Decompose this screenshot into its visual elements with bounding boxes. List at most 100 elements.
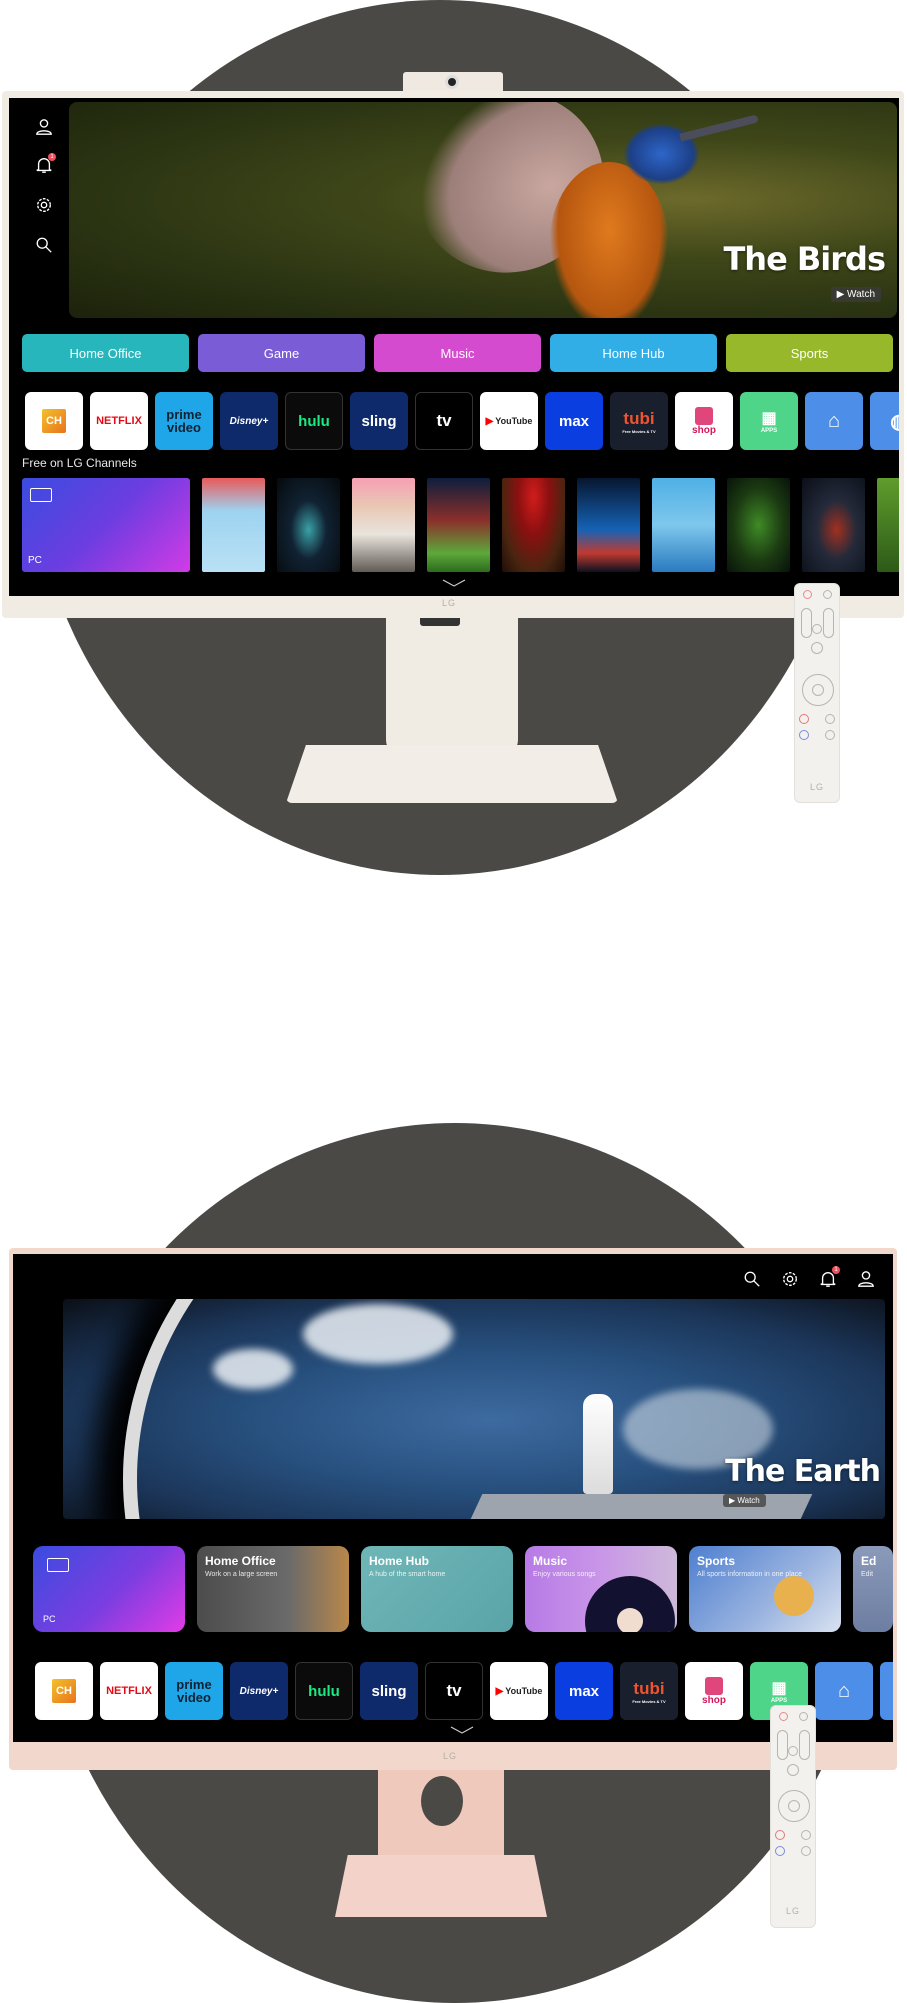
card-edit[interactable]: Ed Edit bbox=[853, 1546, 893, 1632]
app-shop-time[interactable]: shop bbox=[685, 1662, 743, 1720]
app-home-hub[interactable]: ⌂ bbox=[805, 392, 863, 450]
webcam-lens bbox=[445, 75, 459, 89]
channel-rocker[interactable] bbox=[799, 1730, 810, 1760]
search-icon[interactable] bbox=[743, 1270, 761, 1288]
app-tubi[interactable]: tubi Free Movies & TV bbox=[620, 1662, 678, 1720]
cable-hole bbox=[421, 1776, 463, 1826]
hero-title: The Birds bbox=[723, 240, 886, 278]
remote-button[interactable] bbox=[825, 730, 835, 740]
search-icon[interactable] bbox=[35, 236, 53, 254]
card-home-office[interactable]: Home Office Work on a large screen bbox=[197, 1546, 349, 1632]
channel-thumbnail[interactable] bbox=[502, 478, 565, 572]
volume-rocker[interactable] bbox=[801, 608, 812, 638]
app-lg-channels[interactable]: CH bbox=[35, 1662, 93, 1720]
notification-badge: 1 bbox=[832, 1266, 840, 1274]
chevron-down-icon[interactable] bbox=[442, 579, 466, 587]
app-lg-channels[interactable]: CH bbox=[25, 392, 83, 450]
hero-image-bird-beak bbox=[679, 114, 759, 142]
volume-rocker[interactable] bbox=[777, 1730, 788, 1760]
notifications-button[interactable]: 1 bbox=[35, 153, 56, 174]
app-hulu[interactable]: hulu bbox=[285, 392, 343, 450]
chevron-down-icon[interactable] bbox=[450, 1726, 474, 1734]
card-pc[interactable]: PC bbox=[33, 1546, 185, 1632]
category-row: Home Office Game Music Home Hub Sports bbox=[22, 334, 899, 372]
watch-button[interactable]: ▶ Watch bbox=[723, 1494, 766, 1507]
app-browser[interactable]: ◍ bbox=[880, 1662, 893, 1720]
netflix-shortcut[interactable] bbox=[799, 714, 809, 724]
category-home-office[interactable]: Home Office bbox=[22, 334, 189, 372]
card-home-hub[interactable]: Home Hub A hub of the smart home bbox=[361, 1546, 513, 1632]
channel-thumbnail[interactable] bbox=[277, 478, 340, 572]
ok-button[interactable] bbox=[812, 684, 824, 696]
gear-icon[interactable] bbox=[781, 1270, 799, 1288]
app-youtube[interactable]: ▶ YouTube bbox=[490, 1662, 548, 1720]
app-netflix[interactable]: NETFLIX bbox=[100, 1662, 158, 1720]
remote-button[interactable] bbox=[801, 1830, 811, 1840]
app-shop-time[interactable]: shop bbox=[675, 392, 733, 450]
user-icon[interactable] bbox=[35, 118, 53, 136]
vinyl-record-image bbox=[585, 1576, 675, 1632]
app-max[interactable]: max bbox=[545, 392, 603, 450]
user-icon[interactable] bbox=[857, 1270, 875, 1288]
card-music[interactable]: Music Enjoy various songs bbox=[525, 1546, 677, 1632]
app-max[interactable]: max bbox=[555, 1662, 613, 1720]
channel-thumbnail[interactable] bbox=[202, 478, 265, 572]
hero-banner[interactable]: The Birds ▶ Watch bbox=[69, 102, 897, 318]
channel-thumbnail[interactable] bbox=[727, 478, 790, 572]
app-netflix[interactable]: NETFLIX bbox=[90, 392, 148, 450]
monitor-2-screen: 1 The Earth ▶ Watch PC Home Office Work … bbox=[13, 1254, 893, 1742]
disney-shortcut[interactable] bbox=[775, 1846, 785, 1856]
app-apple-tv[interactable]: tv bbox=[425, 1662, 483, 1720]
remote-button[interactable] bbox=[823, 590, 832, 599]
app-prime-video[interactable]: prime video bbox=[155, 392, 213, 450]
category-sports[interactable]: Sports bbox=[726, 334, 893, 372]
remote-button[interactable] bbox=[801, 1846, 811, 1856]
netflix-shortcut[interactable] bbox=[775, 1830, 785, 1840]
brand-logo: LG bbox=[443, 1751, 458, 1761]
app-hulu[interactable]: hulu bbox=[295, 1662, 353, 1720]
category-home-hub[interactable]: Home Hub bbox=[550, 334, 717, 372]
pc-input-tile[interactable]: PC bbox=[22, 478, 190, 572]
apps-grid-icon: ▦ bbox=[771, 1680, 787, 1697]
monitor-2-stand-base bbox=[335, 1855, 547, 1917]
category-music[interactable]: Music bbox=[374, 334, 541, 372]
channel-thumbnail[interactable] bbox=[652, 478, 715, 572]
app-sling[interactable]: sling bbox=[350, 392, 408, 450]
category-game[interactable]: Game bbox=[198, 334, 365, 372]
app-youtube[interactable]: ▶ YouTube bbox=[480, 392, 538, 450]
sidebar: 1 bbox=[9, 98, 67, 338]
card-sports[interactable]: Sports All sports information in one pla… bbox=[689, 1546, 841, 1632]
app-apple-tv[interactable]: tv bbox=[415, 392, 473, 450]
monitor-icon bbox=[30, 488, 52, 502]
shop-icon bbox=[695, 406, 713, 425]
ok-button[interactable] bbox=[788, 1800, 800, 1812]
channel-thumbnail[interactable] bbox=[877, 478, 899, 572]
app-disney-plus[interactable]: Disney+ bbox=[230, 1662, 288, 1720]
mute-button[interactable] bbox=[812, 624, 822, 634]
app-home-hub[interactable]: ⌂ bbox=[815, 1662, 873, 1720]
watch-button[interactable]: ▶ Watch bbox=[830, 287, 881, 302]
channel-thumbnail[interactable] bbox=[427, 478, 490, 572]
app-disney-plus[interactable]: Disney+ bbox=[220, 392, 278, 450]
app-apps[interactable]: ▦ APPS bbox=[740, 392, 798, 450]
power-button[interactable] bbox=[779, 1712, 788, 1721]
gear-icon[interactable] bbox=[35, 196, 53, 214]
channel-thumbnail[interactable] bbox=[802, 478, 865, 572]
disney-shortcut[interactable] bbox=[799, 730, 809, 740]
app-tubi[interactable]: tubi Free Movies & TV bbox=[610, 392, 668, 450]
channel-thumbnail[interactable] bbox=[577, 478, 640, 572]
home-button[interactable] bbox=[811, 642, 823, 654]
power-button[interactable] bbox=[803, 590, 812, 599]
remote-button[interactable] bbox=[799, 1712, 808, 1721]
mute-button[interactable] bbox=[788, 1746, 798, 1756]
home-icon: ⌂ bbox=[827, 409, 841, 432]
channel-rocker[interactable] bbox=[823, 608, 834, 638]
app-browser[interactable]: ◍ bbox=[870, 392, 899, 450]
notifications-button[interactable]: 1 bbox=[819, 1266, 840, 1288]
channel-thumbnail[interactable] bbox=[352, 478, 415, 572]
app-prime-video[interactable]: prime video bbox=[165, 1662, 223, 1720]
remote-button[interactable] bbox=[825, 714, 835, 724]
home-button[interactable] bbox=[787, 1764, 799, 1776]
hero-banner[interactable]: The Earth ▶ Watch bbox=[63, 1299, 885, 1519]
app-sling[interactable]: sling bbox=[360, 1662, 418, 1720]
